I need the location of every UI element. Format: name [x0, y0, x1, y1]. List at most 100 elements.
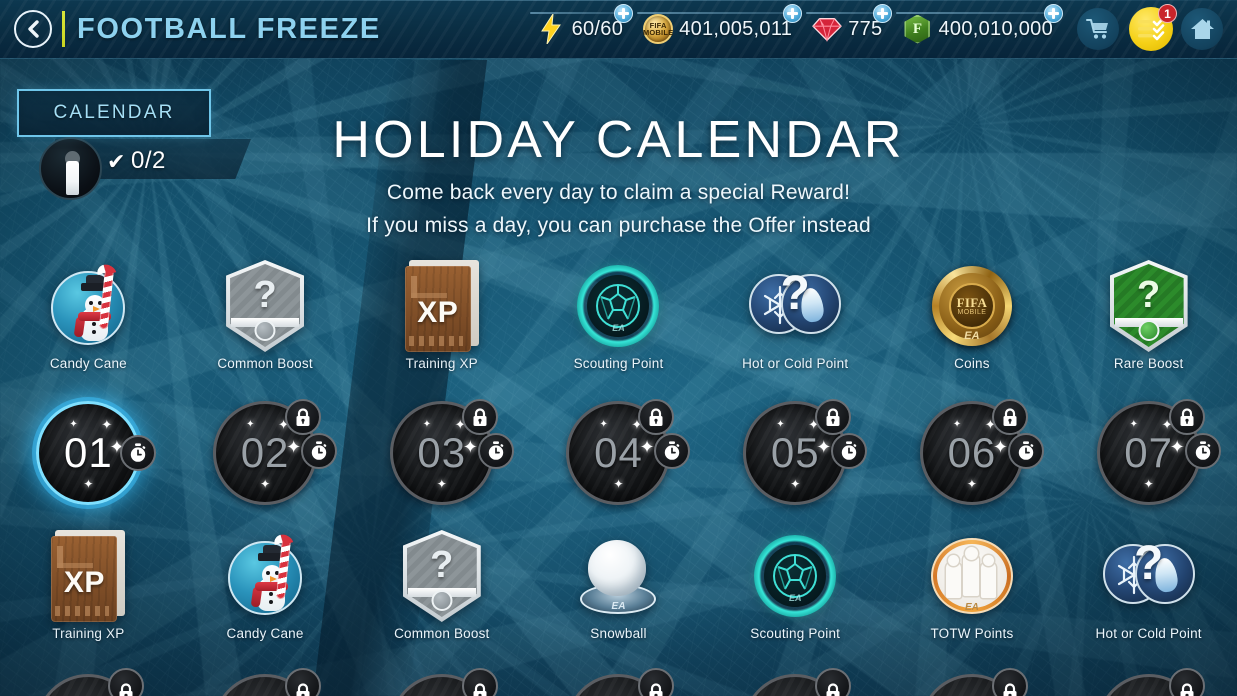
reward-label: Scouting Point [750, 626, 841, 641]
day-timer-badge[interactable] [301, 433, 338, 469]
reward-art-totw[interactable]: EA [926, 530, 1018, 622]
lock-icon [1003, 683, 1017, 696]
xp-glyph: XP [417, 296, 459, 329]
day-lock-badge[interactable] [1168, 399, 1205, 435]
store-button[interactable] [1077, 8, 1119, 50]
ea-logo: EA [964, 330, 980, 342]
reward-label: Coins [954, 356, 990, 371]
player-head [947, 555, 959, 566]
home-icon [1190, 18, 1214, 39]
day-lock-badge[interactable] [285, 399, 322, 435]
reward-art-boost-common[interactable]: ? [396, 530, 488, 622]
stopwatch-icon [488, 441, 504, 460]
art-common-boost-hex: ? [402, 530, 481, 622]
day-timer-badge[interactable] [831, 433, 868, 469]
book-cover: XP [51, 536, 118, 622]
day-lock-badge[interactable] [991, 399, 1028, 435]
reward-cell: ? Common Boost [353, 528, 530, 663]
lock-icon [1003, 407, 1017, 426]
day-cell: 01 ✦ ✦ ✦ ✦ [0, 393, 177, 528]
day-slot-peek [902, 668, 1042, 696]
day-timer-badge[interactable] [477, 433, 514, 469]
reward-art-candycane[interactable] [42, 260, 134, 352]
day-slot-05: 05 ✦ ✦ ✦ ✦ [725, 393, 868, 513]
day-lock-badge[interactable] [815, 399, 852, 435]
currency-fifa-points[interactable]: F 400,010,000 [894, 4, 1065, 52]
sparkle-icon: ✦ [966, 477, 977, 491]
art-scouting-point-orb: EA [754, 535, 837, 617]
stopwatch-icon [1018, 441, 1034, 460]
lock-icon [1180, 683, 1194, 696]
day-lock-badge[interactable] [461, 399, 498, 435]
reward-art-xp[interactable]: XP [396, 260, 488, 352]
reward-cell: ? Hot or Cold Point [707, 258, 884, 393]
reward-label: Training XP [52, 626, 125, 641]
stopwatch-icon [842, 441, 857, 460]
reward-art-scout[interactable]: EA [572, 260, 664, 352]
day-lock-badge[interactable] [815, 668, 852, 696]
art-hot-or-cold-point: ? [749, 268, 842, 344]
day-timer-badge[interactable] [120, 435, 157, 471]
add-fifa-points-button[interactable] [1044, 4, 1063, 23]
stopwatch-icon [665, 441, 680, 460]
reward-art-boost-common[interactable]: ? [219, 260, 311, 352]
add-gems-button[interactable] [873, 4, 893, 23]
reward-cell: Candy Cane [177, 528, 354, 663]
token-body [66, 161, 79, 195]
add-energy-button[interactable] [614, 4, 634, 23]
day-lock-badge[interactable] [108, 668, 145, 696]
tasks-button[interactable]: 1 [1129, 4, 1177, 51]
reward-label: Candy Cane [49, 356, 127, 371]
tab-calendar[interactable]: CALENDAR [17, 89, 211, 137]
day-slot-06: 06 ✦ ✦ ✦ ✦ [902, 393, 1044, 513]
day-cell: 06 ✦ ✦ ✦ ✦ [884, 393, 1061, 528]
app-screen: FOOTBALL FREEZE 60/60 FIFA MOBILE 401,00… [0, 0, 1237, 696]
reward-art-xp[interactable]: XP [42, 530, 134, 622]
gem-icon [812, 14, 842, 44]
lock-icon [649, 407, 663, 426]
add-coins-button[interactable] [783, 4, 803, 23]
day-lock-badge[interactable] [285, 668, 322, 696]
back-button[interactable] [14, 10, 52, 48]
reward-art-hotcold[interactable]: ? [749, 260, 842, 352]
day-number: 06 [947, 429, 997, 476]
day-timer-badge[interactable] [1007, 433, 1044, 469]
reward-art-candycane[interactable] [219, 530, 311, 622]
currency-coins[interactable]: FIFA MOBILE 401,005,011 [635, 4, 804, 52]
day-timer-badge[interactable] [654, 433, 691, 469]
book-pattern [410, 276, 447, 298]
tab-calendar-label: CALENDAR [53, 102, 175, 123]
currency-energy[interactable]: 60/60 [528, 4, 636, 52]
currency-gems[interactable]: 775 [804, 4, 894, 52]
currency-rail [806, 12, 881, 14]
day-lock-badge[interactable] [638, 399, 675, 435]
reward-art-hotcold[interactable]: ? [1102, 530, 1195, 622]
day-cell-peek [0, 668, 177, 696]
fifa-points-hex-icon: F [902, 14, 932, 44]
reward-art-scout[interactable]: EA [749, 530, 841, 622]
day-lock-badge[interactable] [461, 668, 498, 696]
currency-rail [529, 12, 622, 14]
reward-art-boost-rare[interactable]: ? [1103, 260, 1195, 352]
day-row-2-peek [0, 668, 1237, 696]
day-lock-badge[interactable] [991, 668, 1028, 696]
reward-art-snowball[interactable]: EA [572, 530, 664, 622]
art-common-boost-hex: ? [226, 260, 305, 352]
coin-center: FIFA MOBILE [948, 283, 995, 329]
reward-cell: EA Snowball [530, 528, 707, 663]
day-slot-peek [195, 668, 335, 696]
reward-art-coins[interactable]: FIFA MOBILE EA [926, 260, 1018, 352]
reward-label: Candy Cane [226, 626, 304, 641]
currency-fifa-points-value: 400,010,000 [938, 17, 1053, 40]
day-slot-01: 01 ✦ ✦ ✦ ✦ [18, 393, 158, 513]
question-mark-glyph: ? [430, 544, 454, 586]
lock-icon [1180, 407, 1194, 426]
day-lock-badge[interactable] [638, 668, 675, 696]
currency-rail [637, 12, 791, 14]
day-timer-badge[interactable] [1184, 433, 1221, 469]
question-mark-glyph: ? [1137, 274, 1161, 316]
day-lock-badge[interactable] [1168, 668, 1205, 696]
day-slot-peek [725, 668, 865, 696]
home-button[interactable] [1181, 8, 1223, 50]
snowman-nose [93, 306, 101, 312]
